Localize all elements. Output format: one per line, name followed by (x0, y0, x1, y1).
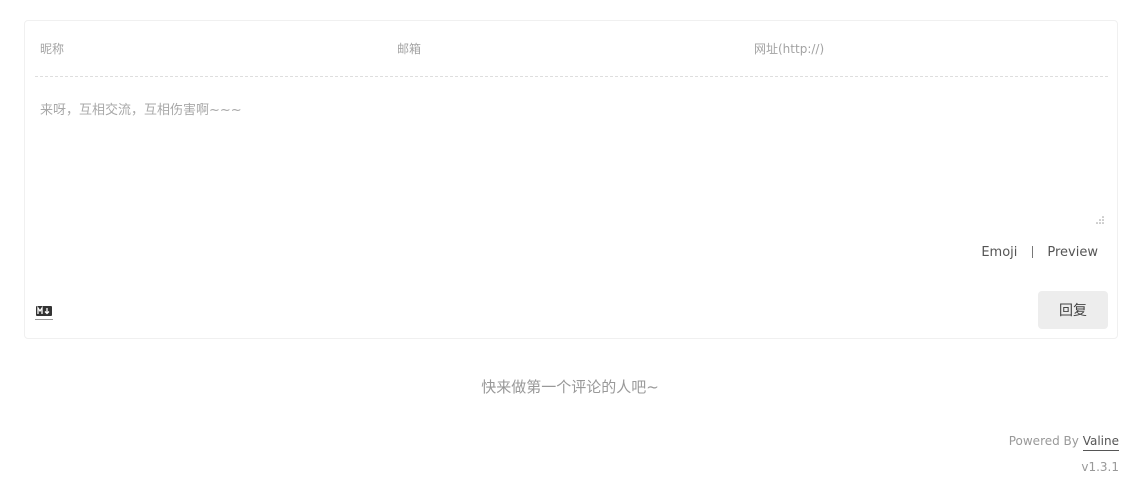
resize-grip-icon[interactable] (1096, 216, 1104, 224)
comment-meta-row (35, 21, 1108, 77)
editor-toolbar: Emoji Preview (981, 245, 1098, 260)
comment-textarea[interactable] (35, 99, 1108, 227)
website-input[interactable] (749, 21, 1106, 76)
submit-reply-button[interactable]: 回复 (1038, 291, 1108, 329)
emoji-button[interactable]: Emoji (981, 245, 1017, 260)
toolbar-divider (1032, 245, 1034, 258)
powered-by: Powered By Valine (1008, 434, 1119, 451)
empty-comments-message: 快来做第一个评论的人吧~ (481, 378, 659, 396)
valine-link[interactable]: Valine (1082, 434, 1119, 451)
markdown-icon[interactable] (35, 305, 53, 321)
powered-by-prefix: Powered By (1008, 434, 1083, 448)
email-input[interactable] (392, 21, 749, 76)
version-label: v1.3.1 (1081, 460, 1119, 474)
nickname-input[interactable] (35, 21, 392, 76)
preview-button[interactable]: Preview (1047, 245, 1098, 260)
comment-panel: Emoji Preview 回复 (24, 20, 1118, 339)
